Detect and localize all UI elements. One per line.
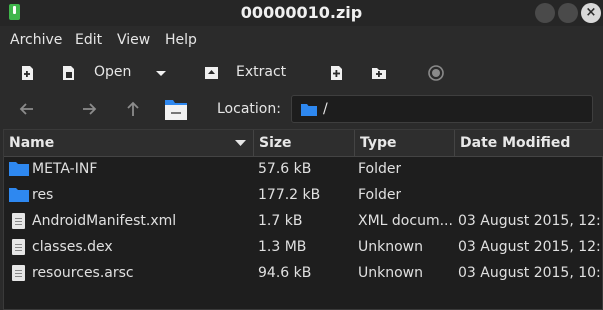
column-date-modified[interactable]: Date Modified xyxy=(455,130,602,156)
file-size: 1.3 MB xyxy=(258,239,307,255)
file-name: res xyxy=(32,187,54,203)
home-folder-icon xyxy=(165,100,187,120)
stop-icon xyxy=(428,65,444,81)
location-bar: Location: / xyxy=(0,92,603,128)
arrow-right-icon xyxy=(83,103,97,115)
file-date: 03 August 2015, 10:... xyxy=(458,265,600,281)
table-row[interactable]: resources.arsc 94.6 kB Unknown 03 August… xyxy=(4,260,602,286)
file-name: resources.arsc xyxy=(32,265,134,281)
open-document-icon xyxy=(63,66,74,80)
table-row[interactable]: AndroidManifest.xml 1.7 kB XML docum... … xyxy=(4,208,602,234)
new-document-icon xyxy=(22,66,33,80)
file-name: AndroidManifest.xml xyxy=(32,213,177,229)
close-button[interactable]: × xyxy=(581,3,601,23)
new-archive-button[interactable] xyxy=(19,64,37,82)
folder-icon xyxy=(9,188,29,202)
file-type: Folder xyxy=(358,161,402,177)
file-type: Folder xyxy=(358,187,402,203)
sort-descending-icon xyxy=(235,140,246,146)
location-label: Location: xyxy=(217,101,281,117)
menu-archive[interactable]: Archive xyxy=(10,32,62,48)
open-button[interactable] xyxy=(60,64,78,82)
minimize-button[interactable] xyxy=(535,3,555,23)
file-size: 94.6 kB xyxy=(258,265,312,281)
stop-button[interactable] xyxy=(427,64,445,82)
column-type[interactable]: Type xyxy=(355,130,455,156)
folder-icon xyxy=(9,162,29,176)
extract-icon xyxy=(205,67,218,79)
column-name[interactable]: Name xyxy=(4,130,254,156)
file-date: 03 August 2015, 12:19 xyxy=(458,213,600,229)
forward-button[interactable] xyxy=(80,100,98,118)
extract-label[interactable]: Extract xyxy=(236,64,286,80)
table-row[interactable]: classes.dex 1.3 MB Unknown 03 August 201… xyxy=(4,234,602,260)
file-list: Name Size Type Date Modified META-INF 57… xyxy=(3,129,603,310)
extract-button[interactable] xyxy=(203,64,221,82)
file-type: Unknown xyxy=(358,265,423,281)
add-folder-button[interactable] xyxy=(370,64,388,82)
location-path[interactable]: / xyxy=(323,101,328,117)
folder-icon xyxy=(301,104,317,116)
open-dropdown-button[interactable] xyxy=(153,64,171,82)
menu-help[interactable]: Help xyxy=(165,32,197,48)
add-files-button[interactable] xyxy=(328,64,346,82)
table-row[interactable]: res 177.2 kB Folder xyxy=(4,182,602,208)
title-bar: 00000010.zip × xyxy=(0,0,603,26)
home-folder-button[interactable] xyxy=(164,97,188,121)
column-name-label: Name xyxy=(9,135,55,151)
arrow-left-icon xyxy=(19,103,33,115)
file-name: classes.dex xyxy=(32,239,113,255)
menu-view[interactable]: View xyxy=(117,32,150,48)
file-icon xyxy=(12,265,25,281)
file-type: Unknown xyxy=(358,239,423,255)
file-name: META-INF xyxy=(32,161,98,177)
toolbar: Open Extract xyxy=(0,54,603,92)
xml-file-icon xyxy=(12,213,25,229)
location-field[interactable]: / xyxy=(291,95,593,123)
dropdown-arrow-icon xyxy=(156,71,166,76)
column-size[interactable]: Size xyxy=(254,130,355,156)
file-type: XML docum... xyxy=(358,213,453,229)
window-title: 00000010.zip xyxy=(240,3,363,22)
arrow-up-icon xyxy=(127,101,139,116)
file-icon xyxy=(12,239,25,255)
file-list-header: Name Size Type Date Modified xyxy=(4,130,603,157)
table-row[interactable]: META-INF 57.6 kB Folder xyxy=(4,156,602,182)
menu-bar: Archive Edit View Help xyxy=(0,26,603,54)
maximize-button[interactable] xyxy=(558,3,578,23)
add-file-icon xyxy=(331,66,342,80)
menu-edit[interactable]: Edit xyxy=(75,32,102,48)
up-button[interactable] xyxy=(124,100,142,118)
close-icon: × xyxy=(585,5,597,20)
file-size: 1.7 kB xyxy=(258,213,303,229)
file-size: 57.6 kB xyxy=(258,161,312,177)
file-date: 03 August 2015, 12:19 xyxy=(458,239,600,255)
file-size: 177.2 kB xyxy=(258,187,321,203)
open-label[interactable]: Open xyxy=(94,64,131,80)
add-folder-icon xyxy=(372,68,386,79)
back-button[interactable] xyxy=(18,100,36,118)
